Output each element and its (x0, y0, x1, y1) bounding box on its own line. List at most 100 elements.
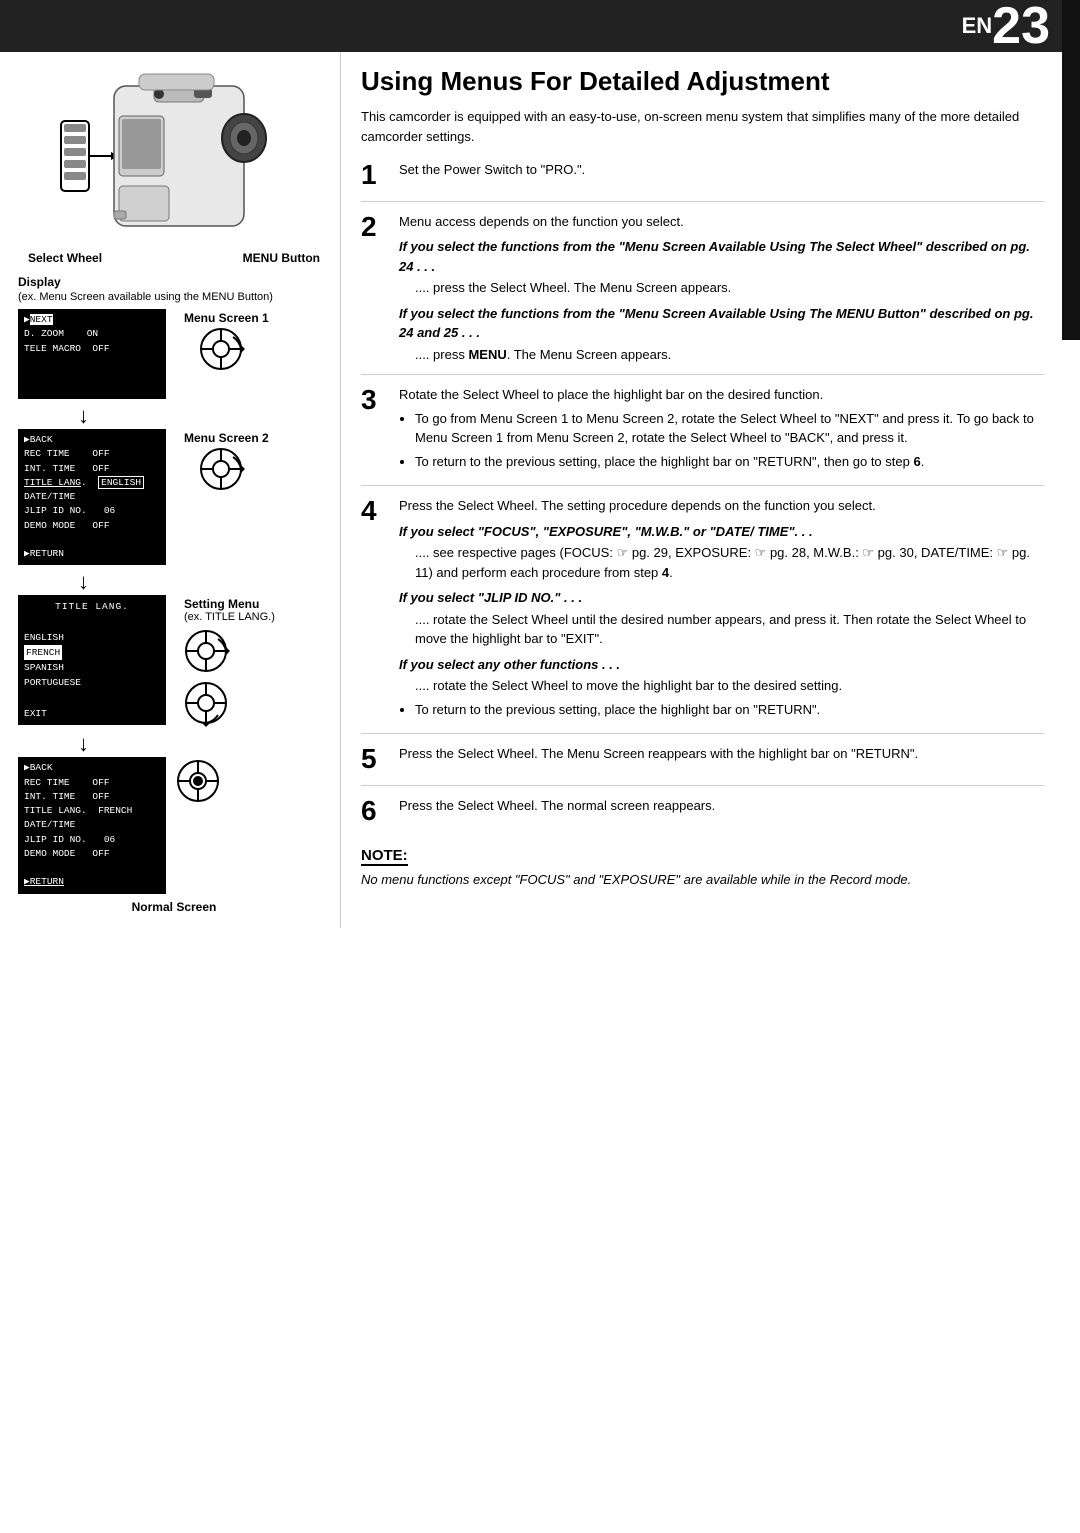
step-4-number: 4 (361, 496, 399, 527)
step-1-number: 1 (361, 160, 399, 191)
main-content: Select Wheel MENU Button Display (ex. Me… (0, 52, 1080, 928)
wheel-icon-4 (182, 679, 230, 727)
sm-french-highlight: FRENCH (24, 645, 62, 660)
step-3-bullets: To go from Menu Screen 1 to Menu Screen … (415, 409, 1044, 472)
sm-title: TITLE LANG. (24, 599, 160, 614)
step-1-content: Set the Power Switch to "PRO.". (399, 160, 1044, 180)
setting-menu-box: TITLE LANG. ENGLISH FRENCH SPANISH PORTU… (18, 595, 166, 725)
ms2-recttime: REC TIME OFF (24, 447, 160, 461)
step-3-bullet-2: To return to the previous setting, place… (415, 452, 1044, 472)
menu-button-label: MENU Button (243, 251, 320, 265)
step-6-text: Press the Select Wheel. The normal scree… (399, 798, 715, 813)
step-2-number: 2 (361, 212, 399, 243)
ms2-titlelang: TITLE LANG. ENGLISH (24, 476, 160, 490)
step-4: 4 Press the Select Wheel. The setting pr… (361, 496, 1044, 734)
sm-exit: EXIT (24, 706, 160, 721)
ns-datetime: DATE/TIME (24, 818, 160, 832)
ns-blank (24, 861, 160, 875)
step-3: 3 Rotate the Select Wheel to place the h… (361, 385, 1044, 486)
ns-back: ▶BACK (24, 761, 160, 775)
step-2-bold1: If you select the functions from the "Me… (399, 237, 1044, 276)
step-4-focus-text: .... see respective pages (FOCUS: ☞ pg. … (415, 543, 1044, 582)
camcorder-labels: Select Wheel MENU Button (18, 251, 330, 265)
ns-titlelang: TITLE LANG. FRENCH (24, 804, 160, 818)
wheel-icon-2 (197, 445, 245, 493)
menu-screen-1-label: Menu Screen 1 (184, 309, 269, 325)
ms2-jlip: JLIP ID NO. 06 (24, 504, 160, 518)
arrow-down-1: ↓ (18, 405, 330, 427)
camcorder-svg (59, 66, 289, 246)
menu-screen-1-box: ▶NEXT D. ZOOM ON TELE MACRO OFF (18, 309, 166, 399)
setting-menu-sublabel: (ex. TITLE LANG.) (184, 611, 275, 623)
step-2-sub2: .... press MENU. The Menu Screen appears… (415, 345, 1044, 365)
left-column: Select Wheel MENU Button Display (ex. Me… (0, 52, 340, 928)
step-2-bold2: If you select the functions from the "Me… (399, 304, 1044, 343)
step-6-number: 6 (361, 796, 399, 827)
step-4-content: Press the Select Wheel. The setting proc… (399, 496, 1044, 723)
ms2-demo: DEMO MODE OFF (24, 519, 160, 533)
step-6: 6 Press the Select Wheel. The normal scr… (361, 796, 1044, 837)
ns-jlip: JLIP ID NO. 06 (24, 833, 160, 847)
top-bar: EN 23 (0, 0, 1080, 52)
display-sublabel: (ex. Menu Screen available using the MEN… (18, 291, 330, 303)
ms1-line3: TELE MACRO OFF (24, 342, 160, 356)
ms2-back: ▶BACK (24, 433, 160, 447)
wheel-icon-3 (182, 627, 230, 675)
step-2: 2 Menu access depends on the function yo… (361, 212, 1044, 376)
arrow-down-3: ↓ (18, 733, 330, 755)
step-4-other-label: If you select any other functions . . . (399, 655, 1044, 675)
ns-rectime: REC TIME OFF (24, 776, 160, 790)
step-5-content: Press the Select Wheel. The Menu Screen … (399, 744, 1044, 764)
sm-spanish: SPANISH (24, 660, 160, 675)
ns-inttime: INT. TIME OFF (24, 790, 160, 804)
sm-english: ENGLISH (24, 630, 160, 645)
sm-portuguese: PORTUGUESE (24, 675, 160, 690)
page-title: Using Menus For Detailed Adjustment (361, 66, 1044, 97)
camcorder-diagram: Select Wheel MENU Button (18, 66, 330, 265)
step-2-main: Menu access depends on the function you … (399, 212, 1044, 232)
right-column: Using Menus For Detailed Adjustment This… (340, 52, 1080, 928)
ms1-line1: ▶NEXT (24, 313, 160, 327)
ns-return: ▶RETURN (24, 875, 160, 889)
step-5-number: 5 (361, 744, 399, 775)
setting-menu-label: Setting Menu (184, 595, 259, 611)
wheel-icon-5 (174, 757, 222, 805)
intro-text: This camcorder is equipped with an easy-… (361, 107, 1044, 146)
step-3-content: Rotate the Select Wheel to place the hig… (399, 385, 1044, 475)
page-number: 23 (992, 0, 1050, 52)
step-6-content: Press the Select Wheel. The normal scree… (399, 796, 1044, 816)
ms2-return (24, 533, 160, 547)
step-4-text: Press the Select Wheel. The setting proc… (399, 496, 1044, 516)
en-label: EN (962, 13, 993, 39)
step-4-focus-label: If you select "FOCUS", "EXPOSURE", "M.W.… (399, 522, 1044, 542)
note-section: NOTE: No menu functions except "FOCUS" a… (361, 847, 1044, 890)
menu-screen-2-row: ▶BACK REC TIME OFF INT. TIME OFF TITLE L… (18, 429, 330, 565)
setting-menu-row: TITLE LANG. ENGLISH FRENCH SPANISH PORTU… (18, 595, 330, 727)
step-5-text: Press the Select Wheel. The Menu Screen … (399, 746, 918, 761)
step-3-text: Rotate the Select Wheel to place the hig… (399, 385, 1044, 405)
normal-screen-label: Normal Screen (18, 900, 330, 914)
step-4-other-text: .... rotate the Select Wheel to move the… (415, 676, 1044, 696)
menu-screen-1-row: ▶NEXT D. ZOOM ON TELE MACRO OFF Menu Scr… (18, 309, 330, 399)
display-label: Display (18, 275, 330, 289)
select-wheel-label: Select Wheel (28, 251, 102, 265)
step-4-jlip-label: If you select "JLIP ID NO." . . . (399, 588, 1044, 608)
wheel-icon-1 (197, 325, 245, 373)
step-4-jlip-text: .... rotate the Select Wheel until the d… (415, 610, 1044, 649)
sm-blank2 (24, 690, 160, 705)
note-text: No menu functions except "FOCUS" and "EX… (361, 870, 1044, 890)
ms2-inttime: INT. TIME OFF (24, 462, 160, 476)
ms1-line2: D. ZOOM ON (24, 327, 160, 341)
sm-blank (24, 614, 160, 629)
ms2-return2: ▶RETURN (24, 547, 160, 561)
menu-screen-2-box: ▶BACK REC TIME OFF INT. TIME OFF TITLE L… (18, 429, 166, 565)
step-1: 1 Set the Power Switch to "PRO.". (361, 160, 1044, 202)
ns-demo: DEMO MODE OFF (24, 847, 160, 861)
right-stripe (1062, 0, 1080, 340)
ms2-datetime: DATE/TIME (24, 490, 160, 504)
step-1-text: Set the Power Switch to "PRO.". (399, 162, 585, 177)
step-4-bullet-1: To return to the previous setting, place… (415, 700, 1044, 720)
step-5: 5 Press the Select Wheel. The Menu Scree… (361, 744, 1044, 786)
step-3-number: 3 (361, 385, 399, 416)
normal-screen-row: ▶BACK REC TIME OFF INT. TIME OFF TITLE L… (18, 757, 330, 893)
